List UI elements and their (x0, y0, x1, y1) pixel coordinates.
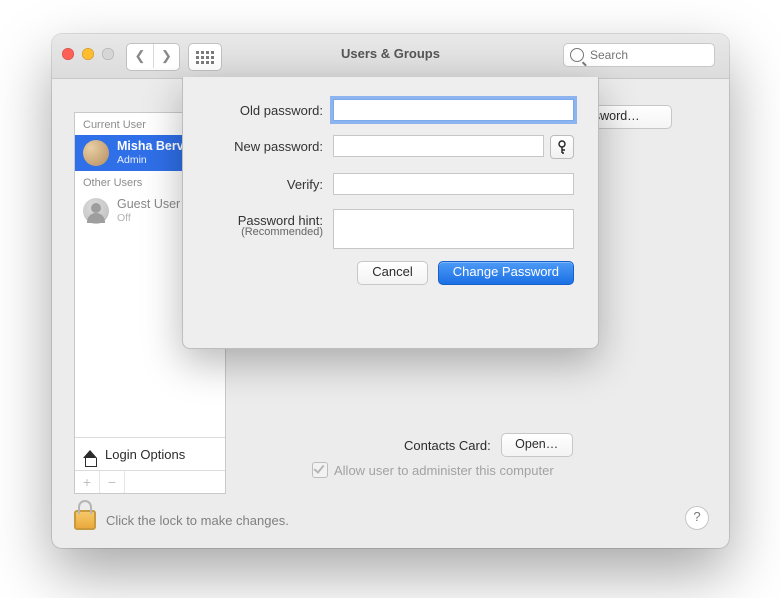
change-password-sheet: Old password: New password: Verify: (182, 77, 599, 349)
hint-sublabel: (Recommended) (207, 226, 333, 238)
remove-user-button[interactable]: − (100, 471, 125, 493)
chevron-left-icon: ❮ (135, 48, 146, 64)
toolbar: ❮ ❯ Users & Groups (52, 34, 729, 79)
minimize-window-button[interactable] (82, 48, 94, 60)
traffic-lights (62, 48, 114, 60)
open-contacts-button[interactable]: Open… (501, 433, 573, 457)
sidebar-item-name: Guest User (117, 198, 180, 212)
help-button[interactable]: ? (685, 506, 709, 530)
chevron-right-icon: ❯ (161, 48, 172, 64)
new-password-label: New password: (207, 135, 333, 154)
body: Password… Contacts Card: Open… Allow use… (52, 78, 729, 548)
lock-icon[interactable] (74, 510, 96, 530)
sidebar-item-name: Misha Berve (117, 140, 191, 154)
key-icon (556, 140, 568, 154)
cancel-button[interactable]: Cancel (357, 261, 427, 285)
add-user-button[interactable]: + (75, 471, 100, 493)
avatar (83, 140, 109, 166)
contacts-card-label: Contacts Card: (404, 438, 491, 453)
search-input[interactable] (588, 47, 708, 63)
sidebar-item-subtitle: Admin (117, 154, 191, 166)
change-password-submit-button[interactable]: Change Password (438, 261, 574, 285)
password-assistant-button[interactable] (550, 135, 574, 159)
new-password-field[interactable] (333, 135, 544, 157)
login-options-row[interactable]: Login Options (75, 437, 225, 470)
show-all-button[interactable] (188, 43, 222, 71)
search-icon (570, 48, 584, 62)
close-window-button[interactable] (62, 48, 74, 60)
maximize-window-button[interactable] (102, 48, 114, 60)
grid-icon (196, 51, 214, 64)
back-button[interactable]: ❮ (127, 44, 153, 68)
home-icon (83, 450, 97, 458)
users-and-groups-window: ❮ ❯ Users & Groups Password… (52, 34, 729, 548)
avatar (83, 198, 109, 224)
contacts-card-row: Contacts Card: Open… (404, 433, 573, 457)
admin-checkbox-row: Allow user to administer this computer (312, 462, 554, 478)
back-forward-segment: ❮ ❯ (126, 43, 180, 71)
admin-checkbox-label: Allow user to administer this computer (334, 463, 554, 478)
toolbar-nav: ❮ ❯ (126, 43, 222, 71)
verify-label: Verify: (207, 173, 333, 192)
old-password-field[interactable] (333, 99, 574, 121)
add-remove-user: + − (75, 470, 225, 493)
search-field[interactable] (563, 43, 715, 67)
login-options-label: Login Options (105, 447, 185, 462)
lock-row: Click the lock to make changes. (74, 510, 289, 530)
verify-password-field[interactable] (333, 173, 574, 195)
password-hint-field[interactable] (333, 209, 574, 249)
admin-checkbox[interactable] (312, 462, 328, 478)
sidebar-item-subtitle: Off (117, 212, 180, 224)
lock-text: Click the lock to make changes. (106, 513, 289, 528)
old-password-label: Old password: (207, 99, 333, 118)
forward-button[interactable]: ❯ (153, 44, 179, 68)
